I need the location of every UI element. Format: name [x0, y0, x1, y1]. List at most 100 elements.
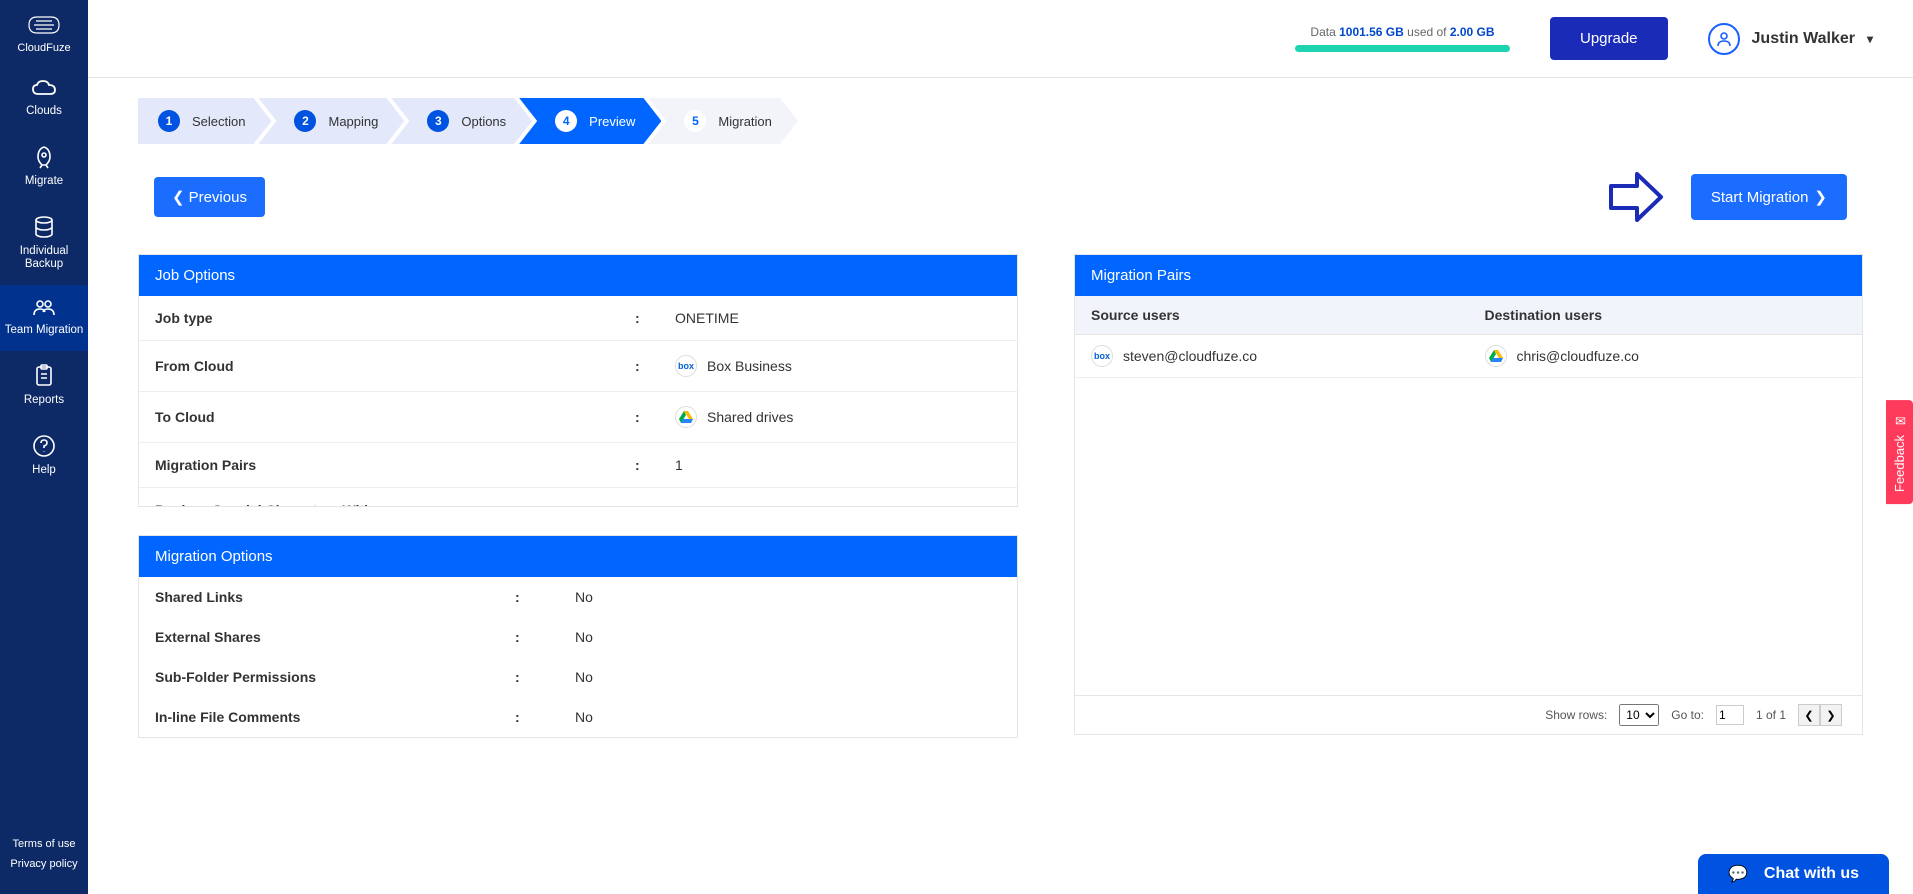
header-bar: Data 1001.56 GB used of 2.00 GB Upgrade … [88, 0, 1913, 78]
chat-widget[interactable]: 💬 Chat with us [1698, 854, 1889, 894]
step-label: Preview [589, 114, 635, 129]
box-icon: box [675, 355, 697, 377]
chevron-left-icon: ❮ [172, 188, 185, 206]
migration-pairs-panel: Migration Pairs Source users Destination… [1074, 254, 1863, 735]
sidebar-item-team-migration[interactable]: Team Migration [0, 285, 88, 351]
team-icon [31, 298, 57, 318]
brand-name: CloudFuze [17, 42, 70, 54]
brand-logo[interactable]: CloudFuze [17, 12, 70, 54]
sidebar-item-reports[interactable]: Reports [0, 351, 88, 421]
chat-icon: 💬 [1728, 864, 1748, 884]
sidebar: CloudFuze Clouds Migrate Individual Back… [0, 0, 88, 894]
arrow-right-outline-icon [1605, 168, 1667, 226]
step-number: 2 [294, 110, 316, 132]
rocket-icon [32, 145, 56, 169]
job-options-panel: Job Options Job type : ONETIME From Clou… [138, 254, 1018, 507]
job-options-list[interactable]: Job type : ONETIME From Cloud : box Box … [139, 296, 1017, 506]
feedback-label: Feedback [1892, 435, 1907, 492]
step-migration[interactable]: 5Migration [648, 98, 797, 144]
data-mid: used of [1404, 25, 1450, 39]
feedback-tab[interactable]: Feedback ✉ [1886, 400, 1913, 504]
step-number: 4 [555, 110, 577, 132]
database-icon [32, 215, 56, 239]
job-value: Shared drives [707, 409, 793, 425]
previous-label: Previous [189, 189, 247, 206]
goto-label: Go to: [1671, 708, 1704, 722]
sidebar-item-clouds[interactable]: Clouds [0, 66, 88, 132]
chevron-down-icon: ▾ [1867, 32, 1873, 46]
migration-options-panel: Migration Options Shared Links : No Exte… [138, 535, 1018, 738]
opt-label: External Shares [155, 629, 515, 645]
migration-options-header: Migration Options [139, 536, 1017, 577]
sidebar-item-label: Reports [4, 394, 84, 408]
sidebar-item-individual-backup[interactable]: Individual Backup [0, 202, 88, 286]
job-row-tocloud: To Cloud : Shared drives [139, 392, 1017, 443]
step-options[interactable]: 3 Options [391, 98, 532, 144]
show-rows-label: Show rows: [1545, 708, 1607, 722]
colon: : [515, 589, 575, 605]
colon: : [635, 310, 675, 326]
previous-button[interactable]: ❮ Previous [154, 177, 265, 217]
colon: : [635, 502, 675, 506]
user-menu[interactable]: Justin Walker ▾ [1708, 23, 1873, 55]
step-label: Selection [192, 114, 245, 129]
upgrade-button[interactable]: Upgrade [1550, 17, 1668, 60]
job-label: To Cloud [155, 409, 635, 425]
colon: : [515, 669, 575, 685]
start-migration-label: Start Migration [1711, 189, 1809, 206]
next-page-button[interactable]: ❯ [1820, 704, 1842, 726]
cloud-icon [31, 79, 57, 99]
colon: : [635, 358, 675, 374]
rows-per-page-select[interactable]: 10 [1619, 704, 1659, 726]
opt-value: No [575, 589, 1001, 605]
job-row-fromcloud: From Cloud : box Box Business [139, 341, 1017, 392]
cloudfuze-logo-icon [24, 12, 64, 38]
opt-value: No [575, 629, 1001, 645]
opt-label: Sub-Folder Permissions [155, 669, 515, 685]
data-usage: Data 1001.56 GB used of 2.00 GB [1295, 25, 1510, 52]
prev-page-button[interactable]: ❮ [1798, 704, 1820, 726]
goto-page-input[interactable] [1716, 705, 1744, 725]
destination-user: chris@cloudfuze.co [1517, 348, 1639, 364]
opt-row-shared-links: Shared Links : No [139, 577, 1017, 617]
opt-label: Shared Links [155, 589, 515, 605]
step-label: Options [461, 114, 506, 129]
sidebar-item-help[interactable]: Help [0, 421, 88, 491]
help-icon [32, 434, 56, 458]
start-migration-button[interactable]: Start Migration ❯ [1691, 174, 1847, 220]
user-avatar-icon [1708, 23, 1740, 55]
job-label: From Cloud [155, 358, 635, 374]
data-prefix: Data [1310, 25, 1339, 39]
colon: : [635, 457, 675, 473]
source-user: steven@cloudfuze.co [1123, 348, 1257, 364]
job-row-pairs: Migration Pairs : 1 [139, 443, 1017, 488]
pairs-table-footer: Show rows: 10 Go to: 1 of 1 ❮ ❯ [1075, 695, 1862, 734]
page-info: 1 of 1 [1756, 708, 1786, 722]
box-icon: box [1091, 345, 1113, 367]
colon: : [635, 409, 675, 425]
colon: : [515, 629, 575, 645]
step-mapping[interactable]: 2Mapping [258, 98, 404, 144]
col-destination-users: Destination users [1469, 296, 1863, 334]
sidebar-item-migrate[interactable]: Migrate [0, 132, 88, 202]
pairs-table-header: Source users Destination users [1075, 296, 1862, 335]
pairs-row[interactable]: box steven@cloudfuze.co chris@cloudfuze.… [1075, 335, 1862, 378]
user-name: Justin Walker [1752, 30, 1855, 48]
step-number: 1 [158, 110, 180, 132]
privacy-link[interactable]: Privacy policy [10, 854, 77, 874]
step-preview[interactable]: 4 Preview [519, 98, 661, 144]
step-number: 3 [427, 110, 449, 132]
opt-value: No [575, 709, 1001, 725]
job-label: Job type [155, 310, 635, 326]
job-label: Replace Special Characters With [155, 502, 635, 506]
feedback-icon: ✉ [1892, 412, 1907, 427]
job-value: ONETIME [675, 310, 739, 326]
migration-pairs-header: Migration Pairs [1075, 255, 1862, 296]
step-selection[interactable]: 1 Selection [138, 98, 271, 144]
chat-label: Chat with us [1764, 865, 1859, 883]
sidebar-item-label: Help [4, 464, 84, 478]
sidebar-item-label: Individual Backup [4, 245, 84, 273]
opt-row-subfolder-permissions: Sub-Folder Permissions : No [139, 657, 1017, 697]
job-row-replace-chars: Replace Special Characters With : [139, 488, 1017, 506]
terms-link[interactable]: Terms of use [10, 834, 77, 854]
